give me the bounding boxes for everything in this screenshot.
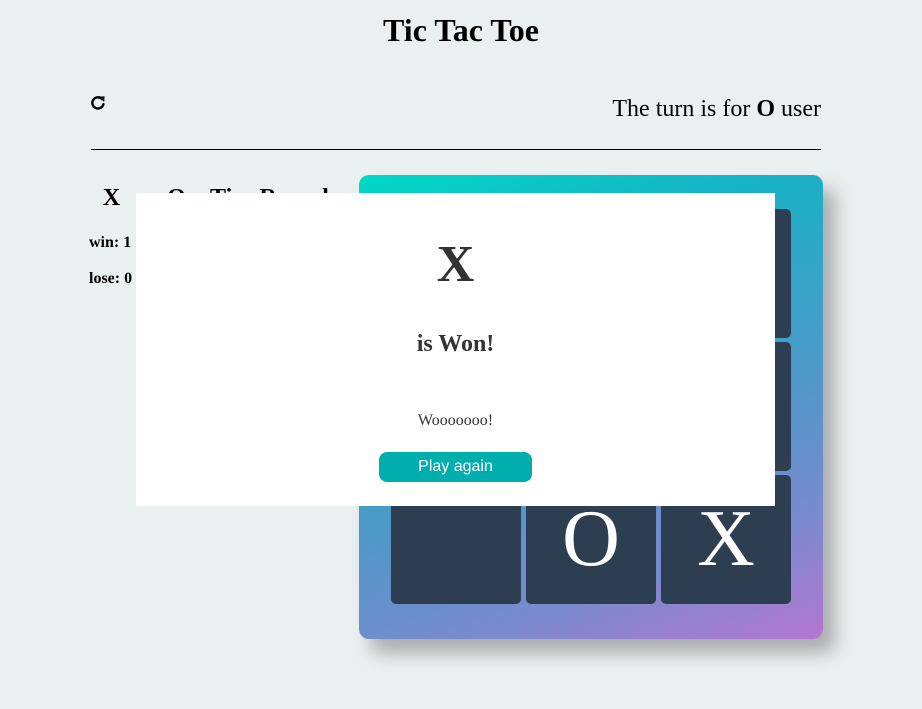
result-modal: X is Won! Wooooooo! Play again: [136, 193, 775, 506]
result-text: is Won!: [416, 331, 495, 357]
cheer-message: Wooooooo!: [417, 412, 494, 429]
turn-prefix: The turn is for: [612, 96, 751, 122]
turn-suffix: user: [781, 96, 821, 122]
play-again-button[interactable]: Play again: [379, 452, 532, 482]
divider: [91, 149, 821, 150]
turn-player: O: [756, 96, 776, 122]
turn-indicator: The turn is for O user: [612, 96, 821, 123]
score-header-x: X: [102, 184, 121, 211]
reset-button[interactable]: [89, 94, 107, 112]
page-title: Tic Tac Toe: [383, 12, 539, 48]
refresh-icon: [91, 96, 105, 110]
winner-mark: X: [436, 236, 475, 293]
